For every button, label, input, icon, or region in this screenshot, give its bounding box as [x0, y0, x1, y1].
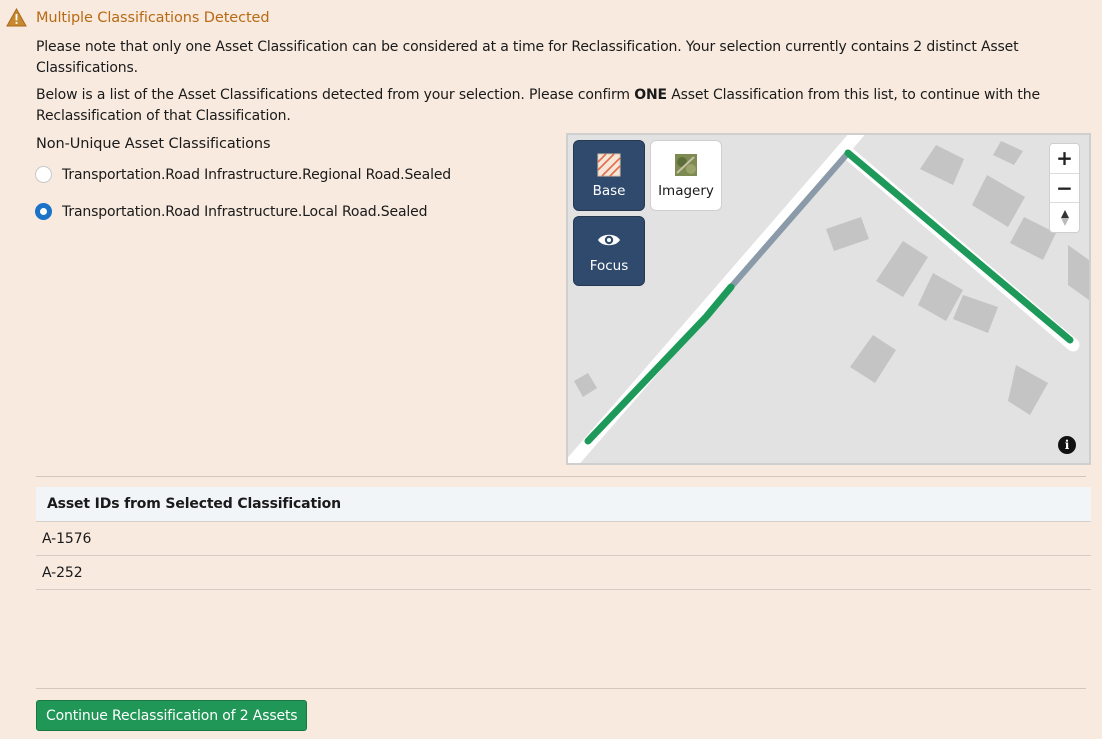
divider — [36, 476, 1086, 477]
eye-icon — [598, 234, 620, 246]
zoom-in-button[interactable]: + — [1050, 144, 1079, 174]
imagery-thumbnail-icon — [675, 153, 697, 176]
radio-button-selected[interactable] — [35, 203, 52, 220]
map-canvas[interactable] — [568, 135, 1089, 463]
classifications-heading: Non-Unique Asset Classifications — [36, 136, 271, 152]
asset-ids-table: Asset IDs from Selected Classification A… — [36, 487, 1091, 590]
base-label: Base — [592, 182, 626, 199]
warning-triangle-icon — [6, 8, 27, 27]
divider — [36, 688, 1086, 689]
table-header: Asset IDs from Selected Classification — [36, 487, 1091, 522]
notice-text: Please note that only one Asset Classifi… — [36, 39, 1019, 76]
plus-icon: + — [1056, 146, 1073, 171]
zoom-out-button[interactable]: − — [1050, 174, 1079, 204]
option-label: Transportation.Road Infrastructure.Local… — [62, 203, 428, 220]
option-label: Transportation.Road Infrastructure.Regio… — [62, 166, 452, 183]
reset-bearing-button[interactable] — [1050, 203, 1079, 232]
warning-title: Multiple Classifications Detected — [36, 9, 270, 26]
base-map-icon — [597, 152, 621, 177]
warning-header: Multiple Classifications Detected — [6, 8, 270, 27]
continue-reclassification-button[interactable]: Continue Reclassification of 2 Assets — [36, 700, 308, 731]
minus-icon: − — [1056, 176, 1073, 200]
imagery-label: Imagery — [658, 182, 714, 199]
radio-button[interactable] — [35, 166, 52, 183]
table-row: A-1576 — [36, 522, 1091, 556]
imagery-button[interactable]: Imagery — [650, 140, 722, 211]
info-icon[interactable]: i — [1058, 436, 1076, 454]
compass-icon — [1060, 209, 1069, 226]
focus-button[interactable]: Focus — [573, 216, 645, 286]
zoom-controls: + − — [1049, 143, 1080, 233]
confirm-instruction: Below is a list of the Asset Classificat… — [36, 87, 1040, 124]
focus-label: Focus — [589, 258, 629, 274]
classification-option-local-road[interactable]: Transportation.Road Infrastructure.Local… — [35, 203, 428, 220]
asset-map[interactable]: Base Imagery Focus + − i — [566, 133, 1091, 465]
classification-option-regional-road[interactable]: Transportation.Road Infrastructure.Regio… — [35, 166, 451, 183]
base-map-button[interactable]: Base — [573, 140, 645, 211]
emphasis-one: ONE — [634, 87, 667, 103]
table-row: A-252 — [36, 556, 1091, 590]
